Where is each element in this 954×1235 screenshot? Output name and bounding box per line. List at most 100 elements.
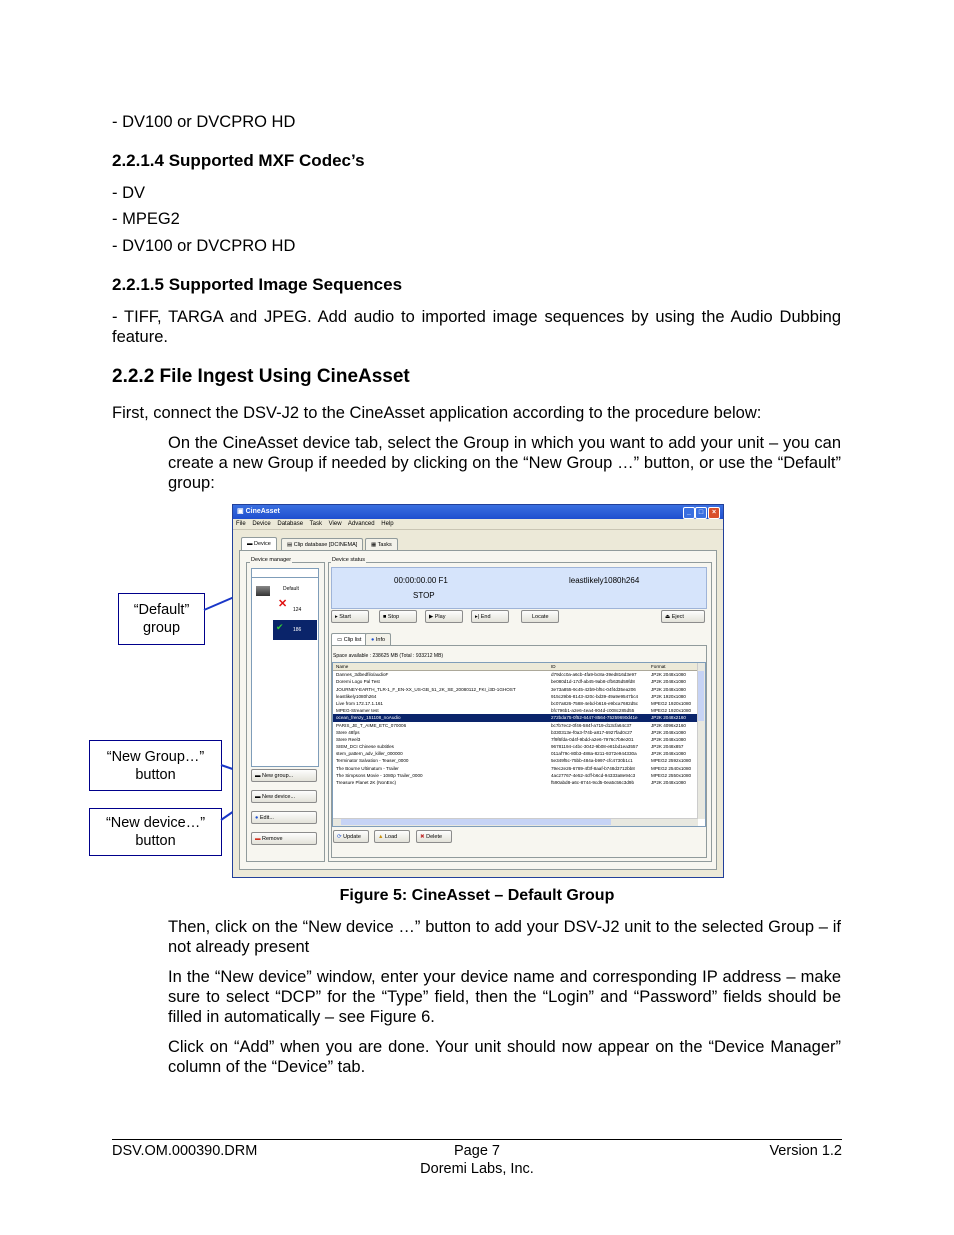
- table-row[interactable]: Stere 48fps b330313e-f0a3-f74b-a817-6927f…: [333, 729, 705, 736]
- table-row[interactable]: MPEG-Streamer test bfc796b1-a2e6-4ea4-904…: [333, 707, 705, 714]
- table-header: Name ID Format: [333, 663, 705, 672]
- row-id: 3e73a855-9c45-42b9-bf5c-04f4d35ea206: [551, 686, 636, 692]
- table-row[interactable]: stem_pattern_adv_killer_000000 011af79c-8…: [333, 750, 705, 757]
- load-button[interactable]: ▲ Load: [374, 830, 410, 843]
- tree-item-186-selected[interactable]: ✔ 186: [273, 620, 317, 640]
- tree-item-124[interactable]: 124: [293, 607, 301, 613]
- table-body: Dannes_3dbedfilo/audioF d79dcc0a-a6cb-4fa…: [333, 671, 705, 786]
- row-id: d79dcc0a-a6cb-4fa9-bc8a-39ed816d3e97: [551, 672, 637, 678]
- device-status-label: Device status: [331, 557, 367, 563]
- row-id: 011af79c-80b3-488a-8211-9372e944330a: [551, 751, 637, 757]
- table-row[interactable]: PARIS_JE_T_AIME_ETC_070006 bc7b7ec2-0f46-…: [333, 722, 705, 729]
- row-name: Terminator Salvation - Teaser_0000: [336, 758, 409, 764]
- new-device-button[interactable]: ▬ New device...: [251, 790, 317, 803]
- step2-paragraph: Then, click on the “New device …” button…: [168, 918, 841, 956]
- h-scrollbar-thumb[interactable]: [341, 819, 611, 825]
- stop-button[interactable]: ■ Stop: [379, 610, 417, 623]
- close-icon[interactable]: ×: [708, 507, 720, 519]
- table-row[interactable]: Dannes_3dbedfilo/audioF d79dcc0a-a6cb-4fa…: [333, 671, 705, 678]
- row-format: MPEG2 1920x1080: [651, 700, 692, 706]
- eject-button[interactable]: ⏏ Eject: [661, 610, 705, 623]
- row-id: bfc796b1-a2e6-4ea4-904d-c008c285d55: [551, 708, 635, 714]
- menu-view[interactable]: View: [329, 521, 342, 527]
- column-id[interactable]: ID: [551, 663, 647, 670]
- maximize-icon[interactable]: □: [695, 507, 707, 519]
- new-group-button[interactable]: ▬ New group...: [251, 769, 317, 782]
- tasks-icon: ▦: [371, 542, 378, 548]
- button-label: Start: [339, 614, 351, 620]
- start-button[interactable]: ▸ Start: [331, 610, 369, 623]
- row-name: The Simpsons Movie - 1080p Trailer_0000: [336, 772, 423, 778]
- row-name: stem_pattern_adv_killer_000000: [336, 751, 403, 757]
- scrollbar-thumb[interactable]: [698, 671, 704, 721]
- minimize-icon[interactable]: _: [683, 507, 695, 519]
- table-row[interactable]: leastlikely1080h264 915c29b6-8143-420c-bd…: [333, 693, 705, 700]
- row-name: PARIS_JE_T_AIME_ETC_070006: [336, 722, 407, 728]
- table-row[interactable]: Stere Reel3 7f9f6fda-0d4f-9bdd-a2e6-7976c…: [333, 736, 705, 743]
- row-name: Stere Reel3: [336, 736, 361, 742]
- edit-button[interactable]: ● Edit...: [251, 811, 317, 824]
- row-name: SIEM_DCI Chinese subtitles: [336, 744, 394, 750]
- button-label: Remove: [262, 836, 283, 842]
- tree-item-default[interactable]: Default: [283, 586, 299, 592]
- row-id: b330313e-f0a3-f74b-a817-6927fad0c27: [551, 729, 633, 735]
- menu-device[interactable]: Device: [252, 521, 270, 527]
- button-label: Stop: [387, 614, 400, 620]
- menu-advanced[interactable]: Advanced: [348, 521, 375, 527]
- table-row[interactable]: Treasure Planet 2K (NonEnc) f590abd8-a6c-…: [333, 779, 705, 786]
- row-id: 4ac27767-4e52-4cff-b6cd-94333a8e94c3: [551, 772, 636, 778]
- remove-button[interactable]: ▬ Remove: [251, 832, 317, 845]
- table-row[interactable]: The Simpsons Movie - 1080p Trailer_0000 4…: [333, 772, 705, 779]
- locate-button[interactable]: Locate: [521, 610, 559, 623]
- clip-list-icon: ▭: [337, 637, 344, 643]
- table-row[interactable]: SIEM_DCI Chinese subtitles 96781194-c4bc-…: [333, 743, 705, 750]
- tree-item-label: 186: [293, 627, 302, 633]
- menu-database[interactable]: Database: [277, 521, 303, 527]
- clip-table: Name ID Format Dannes_3dbedfilo/audioF d7…: [332, 662, 706, 827]
- table-row[interactable]: Live from 172.17.1.161 bc07a826-7588-4ebd…: [333, 700, 705, 707]
- menu-task[interactable]: Task: [310, 521, 322, 527]
- row-name: MPEG-Streamer test: [336, 708, 379, 714]
- device-ok-icon: ✔: [276, 622, 284, 632]
- table-row[interactable]: JOURNEY-EARTH_TLR-1_F_EN-XX_US-GB_51_2K_…: [333, 686, 705, 693]
- column-format[interactable]: Format: [651, 663, 695, 670]
- device-manager-label: Device manager: [250, 557, 293, 563]
- table-row[interactable]: Terminator Salvation - Teaser_0000 5e349f…: [333, 757, 705, 764]
- remove-icon: ▬: [255, 836, 263, 842]
- table-row[interactable]: Doremi Logo Pal Test be080d1d-17df-ab45-9…: [333, 678, 705, 685]
- row-name: Doremi Logo Pal Test: [336, 679, 380, 685]
- row-id: f590abd8-a6c-8744-9cd5-0ea5c56c3d9b: [551, 780, 635, 785]
- menu-help[interactable]: Help: [381, 521, 393, 527]
- row-name: Stere 48fps: [336, 729, 360, 735]
- vertical-scrollbar[interactable]: [697, 663, 705, 819]
- update-button[interactable]: ⟳ Update: [333, 830, 369, 843]
- app-icon: ▣: [237, 508, 246, 515]
- app-titlebar: ▣ CineAsset _ □ ×: [233, 505, 723, 519]
- tab-device[interactable]: ▬ Device: [241, 537, 277, 551]
- row-name: leastlikely1080h264: [336, 693, 377, 699]
- row-name: The Bourne Ultimatum - Trailer: [336, 765, 399, 771]
- button-label: New group...: [262, 773, 294, 779]
- current-clip-name: leastlikely1080h264: [569, 576, 640, 585]
- row-name: Dannes_3dbedfilo/audioF: [336, 672, 389, 678]
- horizontal-scrollbar[interactable]: [333, 818, 698, 826]
- row-id: 96781194-c4bc-3042-9b08-e81bd1ea3557: [551, 744, 639, 750]
- table-row[interactable]: ocean_frenzy_151108_noAudio 272bda75-0f52…: [333, 714, 705, 722]
- button-label: Update: [343, 834, 361, 840]
- row-format: JP2K 2048x1080: [651, 729, 686, 735]
- table-row[interactable]: The Bourne Ultimatum - Trailer 79ec2e26-6…: [333, 765, 705, 772]
- column-name[interactable]: Name: [336, 663, 546, 670]
- row-id: 7f9f6fda-0d4f-9bdd-a2e6-7976c7b9e201: [551, 736, 634, 742]
- button-label: Locate: [532, 614, 549, 620]
- play-button[interactable]: ▶ Play: [425, 610, 463, 623]
- menu-file[interactable]: File: [236, 521, 246, 527]
- row-format: MPEG2 2592x1080: [651, 758, 692, 764]
- device-tab-icon: ▬: [247, 541, 255, 547]
- cineasset-screenshot: ▣ CineAsset _ □ × File Device Database T…: [232, 504, 724, 878]
- delete-button[interactable]: ✖ Delete: [416, 830, 452, 843]
- end-button[interactable]: ▸| End: [471, 610, 509, 623]
- menu-bar: File Device Database Task View Advanced …: [233, 519, 723, 530]
- row-format: JP2K 2048x857: [651, 744, 684, 750]
- row-format: JP2K 1920x1080: [651, 693, 686, 699]
- row-id: 79ec2e26-6789-4f3f-8aaf-b748d3712bb8: [551, 765, 635, 771]
